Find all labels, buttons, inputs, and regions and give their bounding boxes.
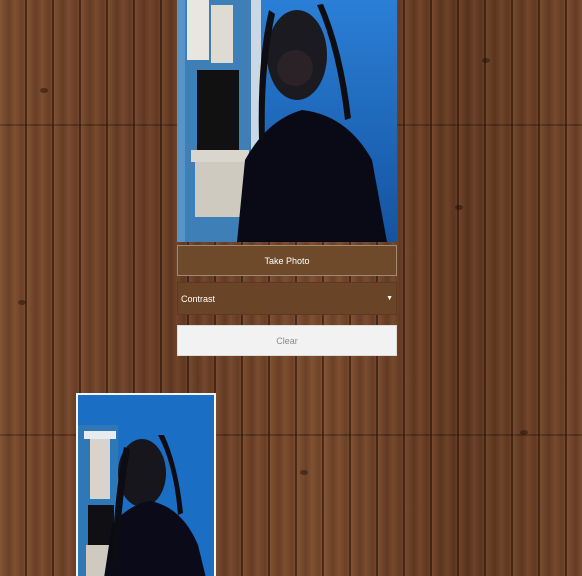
take-photo-button[interactable]: Take Photo [177, 245, 397, 276]
captured-photo[interactable] [76, 393, 216, 576]
clear-button[interactable]: Clear [177, 325, 397, 356]
filter-selected-value: Contrast [181, 293, 216, 304]
wood-knot [520, 430, 528, 435]
take-photo-label: Take Photo [264, 255, 310, 266]
wood-knot [40, 88, 48, 93]
wood-knot [18, 300, 26, 305]
clear-label: Clear [276, 335, 298, 346]
camera-preview [177, 0, 397, 242]
wood-knot [455, 205, 463, 210]
filter-select[interactable]: Contrast ▼ [177, 282, 397, 315]
chevron-down-icon: ▼ [386, 295, 393, 302]
wood-knot [300, 470, 308, 475]
wood-knot [482, 58, 490, 63]
